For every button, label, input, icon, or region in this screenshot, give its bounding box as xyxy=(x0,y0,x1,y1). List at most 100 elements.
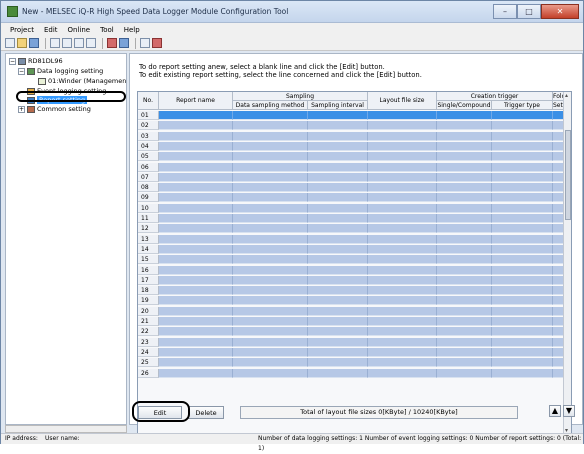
delete-button[interactable]: Delete xyxy=(188,406,224,419)
table-cell[interactable] xyxy=(233,296,308,306)
table-cell[interactable] xyxy=(492,244,553,254)
table-cell[interactable] xyxy=(437,296,492,306)
table-row[interactable]: 20 xyxy=(138,306,571,316)
table-row[interactable]: 05 xyxy=(138,152,571,162)
table-cell[interactable] xyxy=(233,224,308,234)
table-cell[interactable] xyxy=(308,358,368,368)
table-cell[interactable] xyxy=(233,162,308,172)
table-cell[interactable] xyxy=(368,275,437,285)
monitor-icon[interactable] xyxy=(152,38,162,48)
table-cell[interactable] xyxy=(233,152,308,162)
table-cell[interactable] xyxy=(159,296,233,306)
table-cell[interactable] xyxy=(233,275,308,285)
tree-node-root[interactable]: − RD81DL96 xyxy=(9,56,63,66)
table-cell[interactable] xyxy=(437,224,492,234)
table-row[interactable]: 12 xyxy=(138,224,571,234)
table-cell[interactable] xyxy=(492,111,553,120)
table-cell[interactable] xyxy=(308,347,368,357)
table-cell[interactable] xyxy=(159,358,233,368)
table-cell[interactable] xyxy=(159,224,233,234)
table-row[interactable]: 07 xyxy=(138,172,571,182)
table-cell[interactable] xyxy=(437,255,492,265)
table-cell[interactable] xyxy=(308,317,368,326)
table-cell[interactable] xyxy=(308,255,368,265)
table-cell[interactable] xyxy=(368,358,437,368)
table-cell[interactable] xyxy=(492,275,553,285)
vertical-scroll-thumb[interactable] xyxy=(565,130,571,220)
table-cell[interactable] xyxy=(492,131,553,141)
table-cell[interactable] xyxy=(492,296,553,306)
table-cell[interactable] xyxy=(308,275,368,285)
table-cell[interactable] xyxy=(368,152,437,162)
menu-tool[interactable]: Tool xyxy=(95,26,119,34)
table-cell[interactable] xyxy=(233,193,308,203)
table-cell[interactable] xyxy=(233,347,308,357)
table-cell[interactable] xyxy=(159,265,233,275)
table-row[interactable]: 21 xyxy=(138,317,571,326)
table-cell[interactable] xyxy=(492,306,553,316)
table-cell[interactable] xyxy=(159,306,233,316)
table-cell[interactable] xyxy=(159,275,233,285)
maximize-button[interactable]: □ xyxy=(517,4,541,19)
table-cell[interactable] xyxy=(308,234,368,244)
table-cell[interactable] xyxy=(159,234,233,244)
table-cell[interactable] xyxy=(492,337,553,347)
table-cell[interactable] xyxy=(368,141,437,151)
table-row[interactable]: 03 xyxy=(138,131,571,141)
table-cell[interactable] xyxy=(368,306,437,316)
scroll-up-icon[interactable]: ▴ xyxy=(565,92,568,100)
table-cell[interactable] xyxy=(437,234,492,244)
collapse-icon[interactable]: − xyxy=(9,57,16,65)
col-header-report-name[interactable]: Report name xyxy=(159,92,233,110)
table-cell[interactable] xyxy=(159,121,233,131)
table-row[interactable]: 24 xyxy=(138,347,571,357)
table-cell[interactable] xyxy=(368,234,437,244)
table-row[interactable]: 09 xyxy=(138,193,571,203)
table-row[interactable]: 06 xyxy=(138,162,571,172)
table-cell[interactable] xyxy=(159,286,233,296)
table-cell[interactable] xyxy=(159,317,233,326)
table-cell[interactable] xyxy=(492,172,553,182)
table-cell[interactable] xyxy=(233,358,308,368)
move-up-button[interactable]: ▲ xyxy=(549,405,561,417)
new-icon[interactable] xyxy=(5,38,15,48)
close-button[interactable]: ✕ xyxy=(541,4,579,19)
table-cell[interactable] xyxy=(233,255,308,265)
write-icon[interactable] xyxy=(107,38,117,48)
table-row[interactable]: 23 xyxy=(138,337,571,347)
table-cell[interactable] xyxy=(159,337,233,347)
table-row[interactable]: 25 xyxy=(138,358,571,368)
table-row[interactable]: 11 xyxy=(138,214,571,223)
table-cell[interactable] xyxy=(368,317,437,326)
col-header-layout-file-size[interactable]: Layout file size xyxy=(368,92,437,110)
table-cell[interactable] xyxy=(308,121,368,131)
menu-project[interactable]: Project xyxy=(5,26,39,34)
table-cell[interactable] xyxy=(159,131,233,141)
table-cell[interactable] xyxy=(159,141,233,151)
table-cell[interactable] xyxy=(233,141,308,151)
print-icon[interactable] xyxy=(86,38,96,48)
table-cell[interactable] xyxy=(159,172,233,182)
table-row[interactable]: 19 xyxy=(138,296,571,306)
table-cell[interactable] xyxy=(492,234,553,244)
table-cell[interactable] xyxy=(308,162,368,172)
table-cell[interactable] xyxy=(492,183,553,193)
menu-help[interactable]: Help xyxy=(119,26,145,34)
table-cell[interactable] xyxy=(368,111,437,120)
table-cell[interactable] xyxy=(308,368,368,378)
table-cell[interactable] xyxy=(159,244,233,254)
table-cell[interactable] xyxy=(437,121,492,131)
table-cell[interactable] xyxy=(368,296,437,306)
table-row[interactable]: 13 xyxy=(138,234,571,244)
table-cell[interactable] xyxy=(308,244,368,254)
table-cell[interactable] xyxy=(159,152,233,162)
find-icon[interactable] xyxy=(140,38,150,48)
move-down-button[interactable]: ▼ xyxy=(563,405,575,417)
table-cell[interactable] xyxy=(492,265,553,275)
table-cell[interactable] xyxy=(233,368,308,378)
table-cell[interactable] xyxy=(492,224,553,234)
table-cell[interactable] xyxy=(233,203,308,213)
table-cell[interactable] xyxy=(308,224,368,234)
table-row[interactable]: 18 xyxy=(138,286,571,296)
table-cell[interactable] xyxy=(492,193,553,203)
